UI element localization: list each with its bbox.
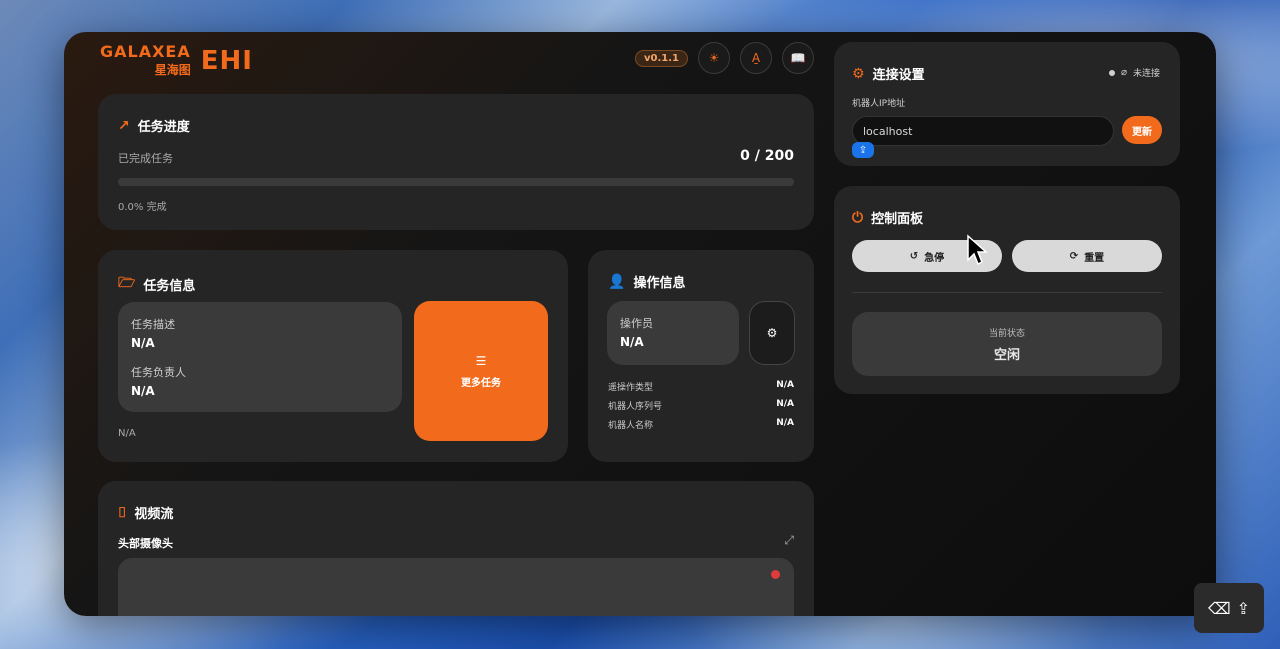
info-row: 遥操作类型 N/A <box>608 380 794 393</box>
operation-info-title: 👤 操作信息 <box>608 272 686 292</box>
info-row-value: N/A <box>776 418 794 428</box>
language-button[interactable]: A̱ <box>740 42 772 74</box>
task-desc-label: 任务描述 <box>131 318 175 331</box>
camera-icon: ⌷ <box>118 504 127 521</box>
connection-title-text: 连接设置 <box>872 68 925 83</box>
status-dot <box>1108 69 1115 76</box>
progress-percent: 0.0% 完成 <box>118 202 167 213</box>
connection-status: ⌀ 未连接 <box>1108 66 1160 79</box>
logo: GALAXEA 星海图 EHI <box>100 44 253 78</box>
task-progress-title: ↗ 任务进度 <box>118 116 190 136</box>
operator-box: 操作员 N/A <box>607 301 739 365</box>
mouse-cursor-icon <box>967 234 988 266</box>
ip-label: 机器人IP地址 <box>852 99 906 109</box>
keyboard-shift-icon: ⇪ <box>852 142 874 158</box>
info-row: 机器人名称 N/A <box>608 418 794 431</box>
more-tasks-label: 更多任务 <box>461 377 501 389</box>
task-progress-card: ↗ 任务进度 已完成任务 0 / 200 0.0% 完成 <box>98 94 814 230</box>
trend-up-icon: ↗ <box>118 117 130 134</box>
logo-wordmark: GALAXEA 星海图 <box>100 44 191 78</box>
operator-label: 操作员 <box>620 317 653 330</box>
camera-feed[interactable] <box>118 558 794 616</box>
connection-title: ⚙ 连接设置 <box>852 64 925 84</box>
wifi-off-icon: ⌀ <box>1120 67 1127 78</box>
completed-count: 0 / 200 <box>740 148 794 164</box>
task-details-box: 任务描述 N/A 任务负责人 N/A <box>118 302 402 412</box>
state-value: 空闲 <box>993 348 1020 363</box>
state-label: 当前状态 <box>988 329 1025 339</box>
task-info-title-text: 任务信息 <box>143 278 196 294</box>
logo-main-text: GALAXEA <box>100 42 191 61</box>
expand-icon: ⤢ <box>784 533 794 547</box>
power-icon: ⏻ <box>852 209 864 226</box>
task-progress-title-text: 任务进度 <box>137 120 190 135</box>
gear-icon: ⚙ <box>852 65 865 82</box>
video-stream-card: ⌷ 视频流 头部摄像头 ⤢ <box>98 481 814 616</box>
info-row-key: 遥操作类型 <box>608 383 654 393</box>
theme-toggle-button[interactable]: ☀ <box>698 42 730 74</box>
operator-value: N/A <box>620 335 644 349</box>
ip-input[interactable] <box>852 116 1114 146</box>
version-badge: v0.1.1 <box>635 49 688 67</box>
video-stream-title: ⌷ 视频流 <box>118 503 174 523</box>
completed-label: 已完成任务 <box>118 152 173 165</box>
logo-sub-text: 星海图 <box>154 63 191 77</box>
info-row-value: N/A <box>776 380 794 390</box>
task-owner-value: N/A <box>131 384 155 398</box>
task-footer-value: N/A <box>118 428 136 439</box>
info-row-value: N/A <box>776 399 794 409</box>
connection-status-text: 未连接 <box>1132 69 1160 79</box>
app-window: GALAXEA 星海图 EHI v0.1.1 ☀ A̱ 📖 ↗ 任务进度 已完成… <box>64 32 1216 616</box>
task-desc-value: N/A <box>131 336 155 350</box>
translate-icon: A̱ <box>751 51 761 65</box>
reset-label: 重置 <box>1084 252 1105 264</box>
task-info-title: 🗁 任务信息 <box>118 272 195 296</box>
operation-info-title-text: 操作信息 <box>633 276 686 291</box>
update-button[interactable]: 更新 <box>1122 116 1162 144</box>
top-controls: v0.1.1 ☀ A̱ 📖 <box>635 42 814 74</box>
divider <box>852 292 1162 293</box>
task-owner-label: 任务负责人 <box>131 366 186 379</box>
shift-icon: ⇪ <box>1236 598 1251 618</box>
user-icon: 👤 <box>608 273 626 290</box>
status-box: 当前状态 空闲 <box>852 312 1162 376</box>
reset-button[interactable]: ⟳ 重置 <box>1012 240 1162 272</box>
rotate-ccw-icon: ↺ <box>909 250 919 262</box>
control-panel-title: ⏻ 控制面板 <box>852 208 924 228</box>
control-panel-title-text: 控制面板 <box>871 212 924 227</box>
logo-product: EHI <box>200 46 253 76</box>
refresh-icon: ⟳ <box>1069 250 1079 262</box>
docs-button[interactable]: 📖 <box>782 42 814 74</box>
task-info-card: 🗁 任务信息 任务描述 N/A 任务负责人 N/A N/A ☰ 更多任务 <box>98 250 568 462</box>
keyboard-widget[interactable]: ⌫ ⇪ <box>1194 583 1264 633</box>
list-icon: ☰ <box>475 353 487 368</box>
video-stream-title-text: 视频流 <box>134 507 174 522</box>
expand-button[interactable]: ⤢ <box>784 533 794 548</box>
more-tasks-button[interactable]: ☰ 更多任务 <box>414 301 548 441</box>
info-row-key: 机器人序列号 <box>608 402 663 412</box>
operator-settings-button[interactable]: ⚙ <box>749 301 795 365</box>
backspace-icon: ⌫ <box>1207 598 1231 618</box>
folder-icon: 🗁 <box>118 275 136 291</box>
control-panel-card: ⏻ 控制面板 ↺ 急停 ⟳ 重置 当前状态 空闲 <box>834 186 1180 394</box>
operation-info-card: 👤 操作信息 操作员 N/A ⚙ 遥操作类型 N/A 机器人序列号 N/A 机器… <box>588 250 814 462</box>
gear-icon: ⚙ <box>766 326 778 340</box>
camera-label: 头部摄像头 <box>118 537 173 550</box>
progress-bar <box>118 178 794 186</box>
info-row-key: 机器人名称 <box>608 421 654 431</box>
recording-dot <box>771 570 780 579</box>
info-row: 机器人序列号 N/A <box>608 399 794 412</box>
book-icon: 📖 <box>790 51 806 65</box>
sun-icon: ☀ <box>708 51 720 65</box>
connection-card: ⚙ 连接设置 ⌀ 未连接 机器人IP地址 ⇪ 更新 <box>834 42 1180 166</box>
estop-label: 急停 <box>924 252 945 264</box>
